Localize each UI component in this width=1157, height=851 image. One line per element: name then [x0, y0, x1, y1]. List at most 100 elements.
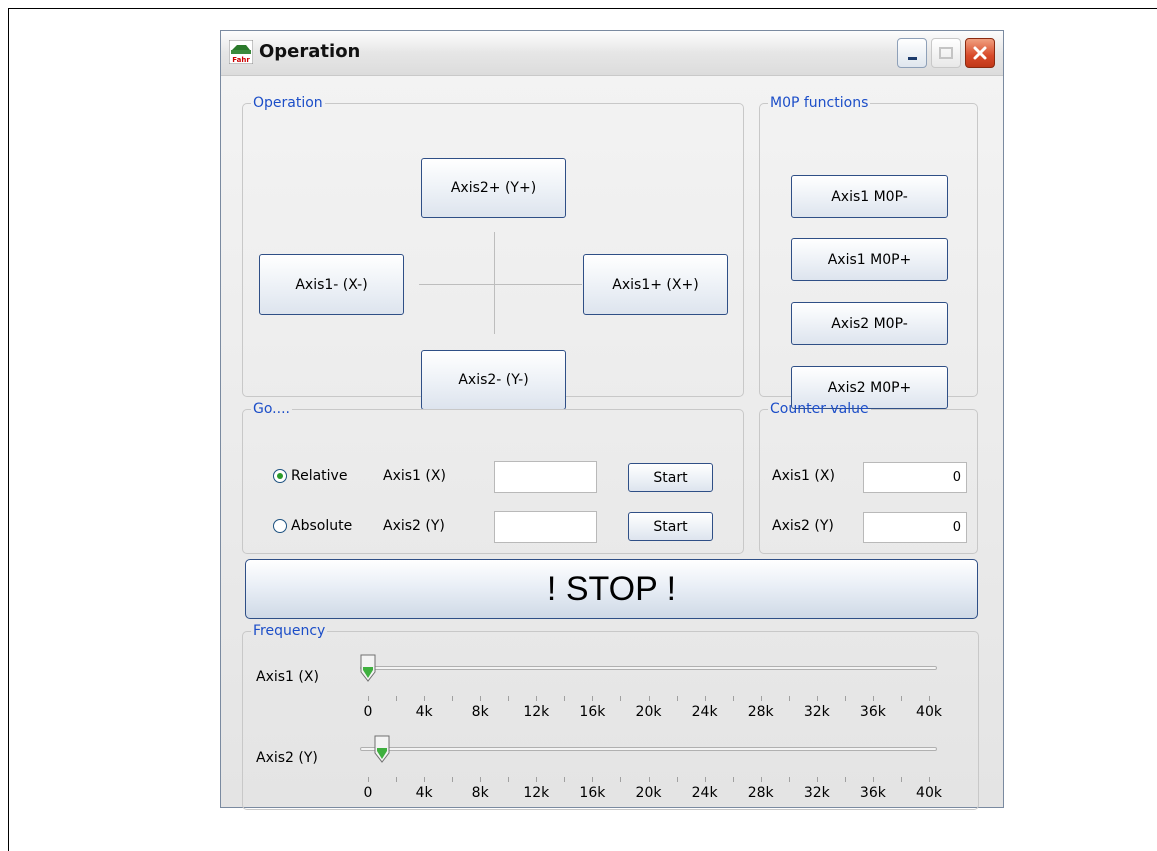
- axis2-slider-tick-label: 8k: [471, 785, 489, 801]
- axis2-slider-tick-label: 20k: [635, 785, 662, 801]
- counter-axis1-label: Axis1 (X): [772, 468, 835, 484]
- axis1-slider-tick: [929, 696, 930, 701]
- axis2-slider-tick: [844, 777, 846, 782]
- axis2-slider-tick-label: 24k: [691, 785, 718, 801]
- operation-legend: Operation: [253, 95, 323, 111]
- axis2-slider-tick-label: 4k: [415, 785, 433, 801]
- axis1-slider-tick: [396, 696, 398, 701]
- axis1-plus-button[interactable]: Axis1+ (X+): [583, 254, 728, 315]
- axis2-slider-tick: [732, 777, 734, 782]
- relative-radio[interactable]: [273, 469, 287, 483]
- axis1-slider-thumb[interactable]: [360, 654, 376, 682]
- minimize-icon: [907, 56, 917, 60]
- crosshair-horizontal: [419, 284, 582, 285]
- axis2-slider-tick: [816, 777, 818, 782]
- axis1-slider-tick-label: 16k: [579, 704, 606, 720]
- axis2-slider-tick: [592, 777, 594, 782]
- axis1-slider-tick: [648, 696, 650, 701]
- axis1-slider-track[interactable]: [360, 666, 937, 670]
- axis1-slider-tick-label: 0: [363, 704, 373, 720]
- axis1-slider-tick-label: 40k: [916, 704, 942, 720]
- axis1-slider-tick: [900, 696, 902, 701]
- go-legend: Go....: [253, 401, 290, 417]
- axis2-plus-button[interactable]: Axis2+ (Y+): [421, 158, 566, 218]
- counter-axis1-value: [863, 462, 967, 493]
- axis2-slider-tick: [480, 777, 482, 782]
- axis1-slider-tick: [592, 696, 594, 701]
- axis1-slider-tick: [844, 696, 846, 701]
- axis2-slider-tick-label: 28k: [747, 785, 774, 801]
- axis2-slider-tick-label: 12k: [523, 785, 550, 801]
- axis2-slider-tick: [368, 777, 369, 782]
- axis2-slider-tick: [760, 777, 762, 782]
- axis2-slider-tick: [536, 777, 538, 782]
- go-axis1-label: Axis1 (X): [383, 468, 446, 484]
- axis2-slider-tick: [396, 777, 398, 782]
- axis1-slider-tick: [536, 696, 538, 701]
- absolute-radio[interactable]: [273, 519, 287, 533]
- axis1-slider-tick: [732, 696, 734, 701]
- axis1-mop-plus-button[interactable]: Axis1 M0P+: [791, 238, 948, 281]
- start-axis2-button[interactable]: Start: [628, 512, 713, 541]
- axis1-slider-tick-label: 20k: [635, 704, 662, 720]
- counter-axis2-value: [863, 512, 967, 543]
- go-axis2-label: Axis2 (Y): [383, 518, 445, 534]
- counter-axis2-label: Axis2 (Y): [772, 518, 834, 534]
- counter-legend: Counter value: [770, 401, 869, 417]
- close-icon: [973, 46, 987, 60]
- go-axis1-input[interactable]: [494, 461, 597, 493]
- axis2-slider-thumb[interactable]: [374, 735, 390, 763]
- axis2-slider-tick-label: 16k: [579, 785, 606, 801]
- axis1-mop-minus-button[interactable]: Axis1 M0P-: [791, 175, 948, 218]
- axis1-slider-tick-label: 28k: [747, 704, 774, 720]
- axis2-slider-tick: [424, 777, 426, 782]
- axis2-slider-tick: [929, 777, 930, 782]
- absolute-label[interactable]: Absolute: [291, 518, 352, 534]
- close-button[interactable]: [965, 38, 995, 68]
- maximize-button[interactable]: [931, 38, 961, 68]
- axis2-slider-tick: [704, 777, 706, 782]
- axis2-slider-tick: [676, 777, 678, 782]
- axis1-slider-tick: [620, 696, 622, 701]
- axis1-slider-tick-label: 36k: [859, 704, 886, 720]
- axis1-slider-tick-label: 32k: [803, 704, 830, 720]
- go-axis2-input[interactable]: [494, 511, 597, 543]
- axis2-slider-tick-label: 40k: [916, 785, 942, 801]
- axis2-slider-tick: [508, 777, 510, 782]
- axis1-slider-tick-label: 24k: [691, 704, 718, 720]
- axis1-slider-tick-label: 4k: [415, 704, 433, 720]
- crosshair-vertical: [494, 232, 495, 334]
- axis1-slider-tick: [480, 696, 482, 701]
- app-icon: Fahr: [229, 40, 253, 64]
- operation-window: Fahr Operation Operation Axis2+ (Y+) Axi…: [220, 30, 1004, 810]
- window-title: Operation: [259, 41, 361, 62]
- axis2-slider-tick-label: 36k: [859, 785, 886, 801]
- axis2-slider-track[interactable]: [360, 747, 937, 751]
- minimize-button[interactable]: [897, 38, 927, 68]
- axis1-slider-tick: [564, 696, 566, 701]
- frequency-legend: Frequency: [253, 623, 326, 639]
- axis2-mop-minus-button[interactable]: Axis2 M0P-: [791, 302, 948, 345]
- client-area: Operation Axis2+ (Y+) Axis1- (X-) Axis1+…: [221, 76, 1003, 810]
- axis1-slider-tick-label: 8k: [471, 704, 489, 720]
- relative-label[interactable]: Relative: [291, 468, 347, 484]
- axis2-slider-tick-label: 0: [363, 785, 373, 801]
- axis1-slider-tick: [704, 696, 706, 701]
- frequency-axis1-label: Axis1 (X): [256, 669, 319, 685]
- title-bar[interactable]: Fahr Operation: [221, 31, 1003, 76]
- mop-legend: M0P functions: [770, 95, 869, 111]
- axis1-slider-tick: [676, 696, 678, 701]
- axis1-slider-tick: [760, 696, 762, 701]
- axis1-slider-tick: [788, 696, 790, 701]
- axis1-minus-button[interactable]: Axis1- (X-): [259, 254, 404, 315]
- axis1-slider-tick: [508, 696, 510, 701]
- axis2-slider-tick-label: 32k: [803, 785, 830, 801]
- axis1-slider-tick: [872, 696, 874, 701]
- axis2-slider-tick: [788, 777, 790, 782]
- axis2-slider-tick: [564, 777, 566, 782]
- axis1-slider-tick-label: 12k: [523, 704, 550, 720]
- maximize-icon: [939, 47, 953, 59]
- frequency-axis2-label: Axis2 (Y): [256, 750, 318, 766]
- stop-button[interactable]: ! STOP !: [245, 559, 978, 619]
- start-axis1-button[interactable]: Start: [628, 463, 713, 492]
